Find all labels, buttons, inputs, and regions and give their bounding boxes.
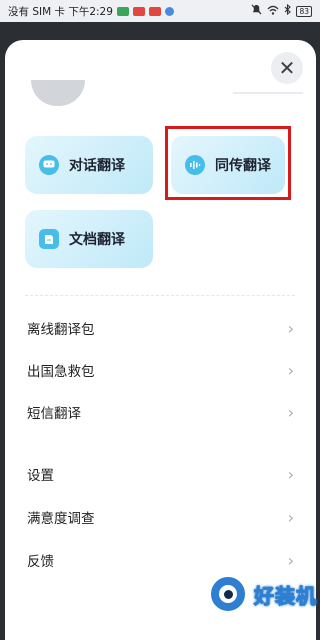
chevron-right-icon: › bbox=[287, 464, 294, 484]
menu-item-label: 出国急救包 bbox=[27, 364, 95, 380]
chevron-right-icon: › bbox=[287, 402, 294, 422]
menu-item-label: 离线翻译包 bbox=[27, 322, 95, 338]
watermark-text: 好装机 bbox=[254, 583, 317, 608]
menu-item-travel-emergency[interactable]: 出国急救包 › bbox=[5, 349, 316, 391]
chevron-right-icon: › bbox=[287, 360, 294, 380]
menu-item-offline-packages[interactable]: 离线翻译包 › bbox=[5, 307, 316, 349]
app-notification-icon bbox=[148, 6, 161, 16]
menu-item-label: 满意度调查 bbox=[27, 511, 95, 527]
dialog-translate-card[interactable]: 对话翻译 bbox=[25, 136, 153, 194]
status-right: 83 bbox=[251, 3, 312, 18]
wifi-icon bbox=[267, 5, 279, 18]
document-icon bbox=[39, 229, 59, 249]
watermark-logo-icon bbox=[208, 574, 248, 614]
profile-placeholder bbox=[233, 92, 303, 94]
menu-item-settings[interactable]: 设置 › bbox=[5, 453, 316, 495]
carrier-time: 没有 SIM 卡 下午2:29 bbox=[8, 5, 113, 18]
menu-item-satisfaction-survey[interactable]: 满意度调查 › bbox=[5, 496, 316, 538]
mute-icon bbox=[251, 4, 262, 18]
card-label: 文档翻译 bbox=[69, 232, 125, 248]
menu-item-sms-translate[interactable]: 短信翻译 › bbox=[5, 391, 316, 433]
menu-sheet: ✕ 对话翻译 同传翻译 文档翻译 离线翻译包 › 出国急救包 › 短信翻译 › … bbox=[5, 40, 316, 640]
status-left: 没有 SIM 卡 下午2:29 bbox=[8, 4, 174, 19]
card-label: 对话翻译 bbox=[69, 158, 125, 174]
chevron-right-icon: › bbox=[287, 318, 294, 338]
avatar[interactable] bbox=[31, 80, 85, 106]
close-icon: ✕ bbox=[278, 56, 296, 80]
menu-item-label: 反馈 bbox=[27, 554, 54, 570]
menu-item-label: 设置 bbox=[27, 468, 54, 484]
bluetooth-icon bbox=[284, 3, 292, 18]
document-translate-card[interactable]: 文档翻译 bbox=[25, 210, 153, 268]
status-bar: 没有 SIM 卡 下午2:29 83 bbox=[0, 0, 320, 22]
app-notification-icon bbox=[116, 6, 129, 16]
highlight-frame bbox=[165, 126, 291, 200]
battery-icon: 83 bbox=[296, 5, 312, 17]
close-button[interactable]: ✕ bbox=[271, 52, 303, 84]
chevron-right-icon: › bbox=[287, 507, 294, 527]
menu-item-label: 短信翻译 bbox=[27, 406, 81, 422]
app-notification-icon bbox=[164, 6, 174, 16]
app-notification-icon bbox=[132, 6, 145, 16]
watermark: 好装机 bbox=[208, 566, 318, 622]
chat-icon bbox=[39, 155, 59, 175]
divider bbox=[25, 295, 295, 296]
